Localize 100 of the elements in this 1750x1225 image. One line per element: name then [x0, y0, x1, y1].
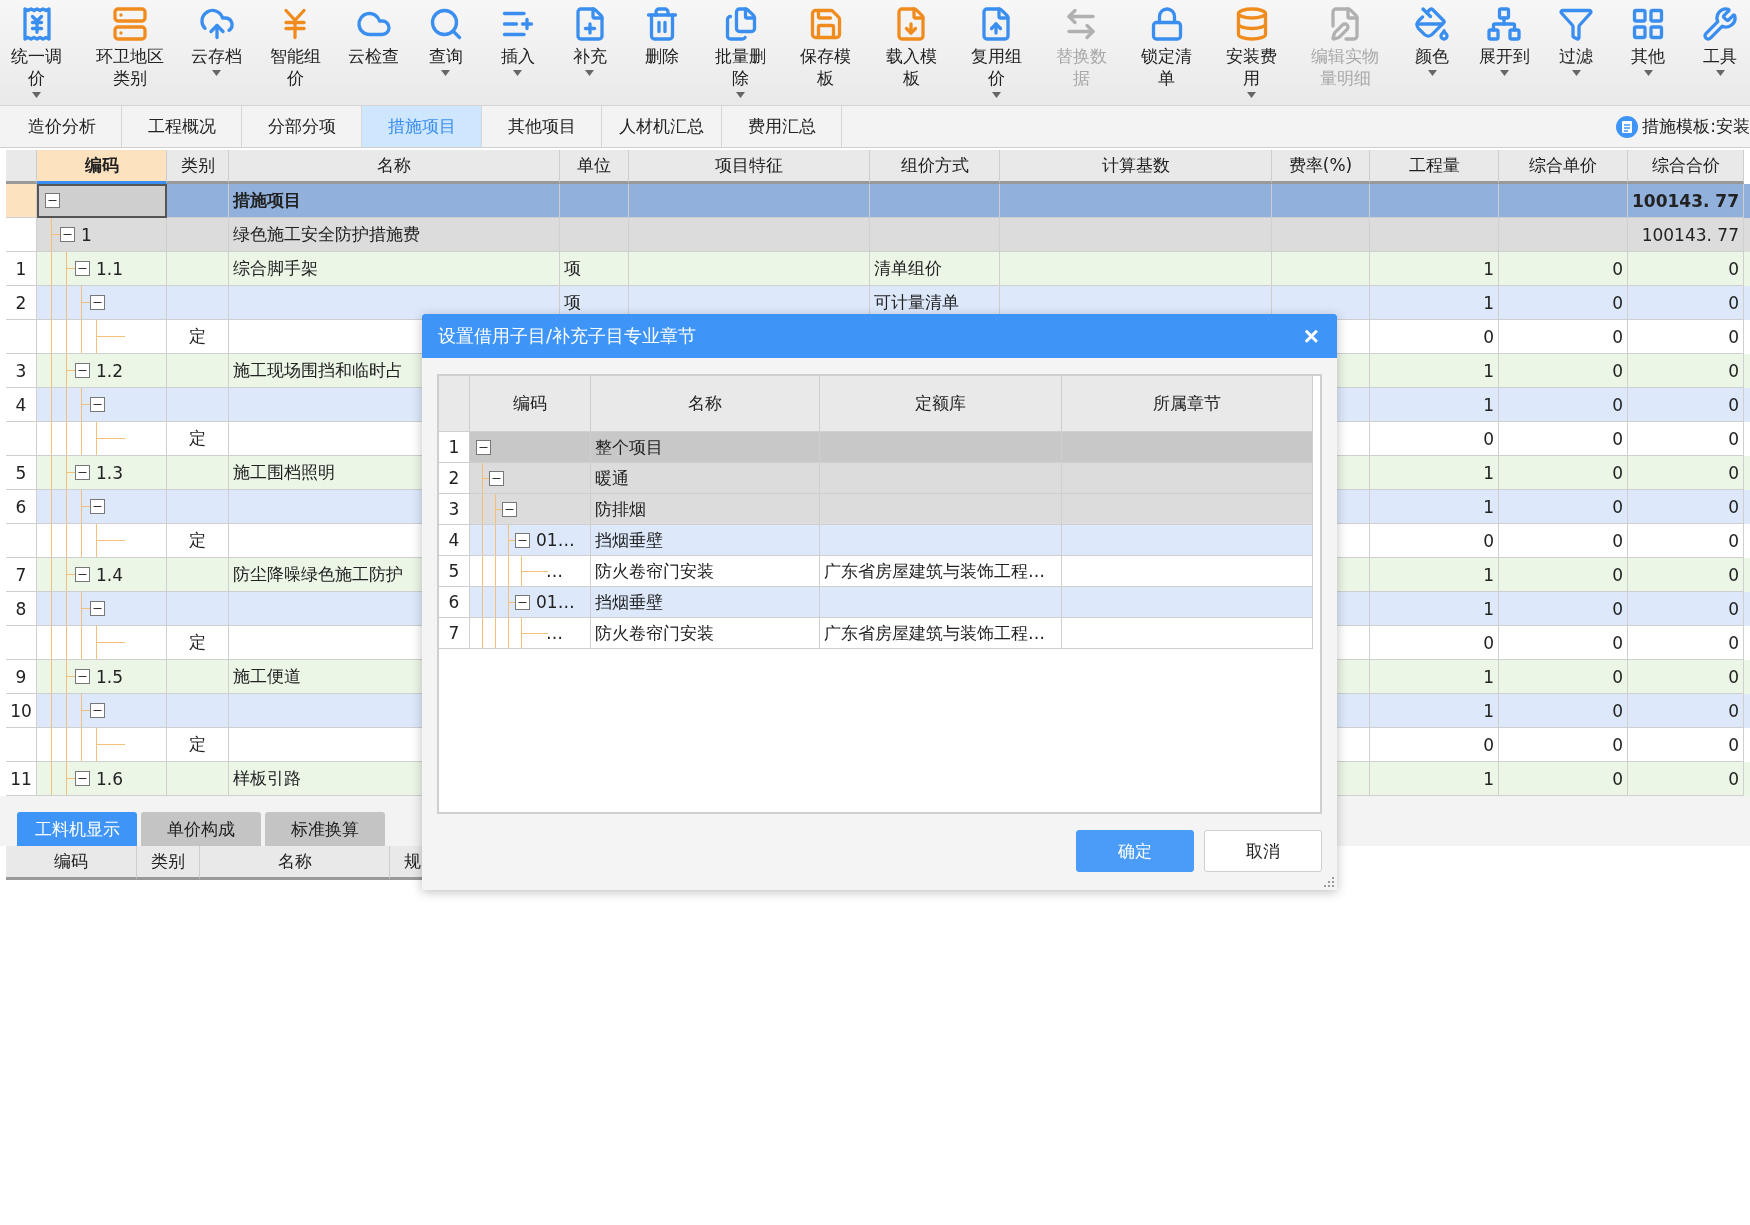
table-cell: 1.5 [37, 660, 167, 694]
row-number: 5 [6, 456, 37, 490]
table-cell: 0 [1499, 592, 1628, 626]
table-cell: … [470, 618, 591, 649]
row-number: 9 [6, 660, 37, 694]
row-number: 1 [439, 432, 470, 463]
table-cell: … [470, 556, 591, 587]
table-cell: 整个项目 [591, 432, 820, 463]
table-cell: 1 [1370, 388, 1499, 422]
table-cell: 挡烟垂壁 [591, 525, 820, 556]
table-cell: 0 [1499, 762, 1628, 796]
table-cell: 0 [1499, 660, 1628, 694]
table-cell: 1 [1370, 286, 1499, 320]
table-cell: 0 [1628, 422, 1744, 456]
row-number: 2 [6, 286, 37, 320]
table-cell: 0 [1628, 456, 1744, 490]
table-cell: 1.3 [37, 456, 167, 490]
row-number: 6 [439, 587, 470, 618]
row-number: 4 [6, 388, 37, 422]
row-number: 11 [6, 762, 37, 796]
table-cell: 0 [1628, 388, 1744, 422]
row-number: 4 [439, 525, 470, 556]
table-cell: 1.2 [37, 354, 167, 388]
table-cell: 100143. 77 [1628, 218, 1744, 252]
row-number: 7 [439, 618, 470, 649]
table-cell: 0 [1628, 252, 1744, 286]
table-cell: 0 [1370, 524, 1499, 558]
table-cell: 1.1 [37, 252, 167, 286]
table-cell: 1 [1370, 354, 1499, 388]
table-cell: 0 [1628, 558, 1744, 592]
table-cell: 0 [1370, 728, 1499, 762]
row-number: 6 [6, 490, 37, 524]
table-cell: 0 [1499, 694, 1628, 728]
table-cell: 100143. 77 [1628, 184, 1744, 218]
table-cell: 定 [167, 524, 229, 558]
row-number: 8 [6, 592, 37, 626]
table-cell: 0 [1499, 626, 1628, 660]
table-cell: 1 [1370, 660, 1499, 694]
table-cell: 1 [1370, 490, 1499, 524]
table-cell: 01… [470, 525, 591, 556]
table-cell: 防火卷帘门安装 [591, 618, 820, 649]
row-number: 5 [439, 556, 470, 587]
table-cell: 定 [167, 626, 229, 660]
table-cell: 1 [1370, 694, 1499, 728]
table-cell: 0 [1370, 422, 1499, 456]
table-cell: 定 [167, 728, 229, 762]
table-cell: 防排烟 [591, 494, 820, 525]
table-cell: 综合脚手架 [229, 252, 560, 286]
row-number: 3 [439, 494, 470, 525]
table-cell: 0 [1499, 252, 1628, 286]
table-cell: 防火卷帘门安装 [591, 556, 820, 587]
table-cell: 1 [1370, 592, 1499, 626]
table-cell: 0 [1499, 728, 1628, 762]
table-cell: 0 [1499, 320, 1628, 354]
table-cell: 0 [1628, 524, 1744, 558]
table-cell: 0 [1628, 490, 1744, 524]
table-cell: 0 [1499, 456, 1628, 490]
table-cell: 0 [1499, 286, 1628, 320]
table-cell: 0 [1628, 728, 1744, 762]
table-cell: 01… [470, 587, 591, 618]
table-cell: 1 [1370, 762, 1499, 796]
row-number: 1 [6, 252, 37, 286]
table-cell: 定 [167, 422, 229, 456]
table-cell: 0 [1628, 762, 1744, 796]
table-cell: 0 [1499, 422, 1628, 456]
table-cell: 0 [1499, 524, 1628, 558]
table-cell: 广东省房屋建筑与装饰工程… [820, 618, 1062, 649]
table-cell: 1 [1370, 456, 1499, 490]
table-cell: 0 [1628, 626, 1744, 660]
table-cell: 0 [1628, 694, 1744, 728]
table-cell: 绿色施工安全防护措施费 [229, 218, 560, 252]
table-cell: 1 [1370, 558, 1499, 592]
row-number: 2 [439, 463, 470, 494]
table-cell: 项 [560, 252, 629, 286]
dialog-title: 设置借用子目/补充子目专业章节 [438, 324, 697, 348]
table-cell: 0 [1499, 388, 1628, 422]
table-cell: 0 [1499, 490, 1628, 524]
row-number: 10 [6, 694, 37, 728]
table-cell: 措施项目 [229, 184, 560, 218]
table-cell: 1.4 [37, 558, 167, 592]
table-cell: 定 [167, 320, 229, 354]
row-number: 7 [6, 558, 37, 592]
template-label: 措施模板:安装 [1642, 115, 1750, 138]
table-cell: 1 [1370, 252, 1499, 286]
table-cell: 0 [1370, 626, 1499, 660]
table-cell: 清单组价 [870, 252, 1000, 286]
table-cell: 0 [1628, 660, 1744, 694]
table-cell: 0 [1628, 320, 1744, 354]
table-cell: 挡烟垂壁 [591, 587, 820, 618]
table-cell: 0 [1628, 354, 1744, 388]
row-number: 3 [6, 354, 37, 388]
table-cell: 0 [1628, 286, 1744, 320]
table-cell: 0 [1628, 592, 1744, 626]
table-cell: 0 [1499, 354, 1628, 388]
table-cell: 广东省房屋建筑与装饰工程… [820, 556, 1062, 587]
table-cell: 暖通 [591, 463, 820, 494]
table-cell: 0 [1499, 558, 1628, 592]
table-cell: 1 [37, 218, 167, 252]
table-cell: 1.6 [37, 762, 167, 796]
table-cell: 0 [1370, 320, 1499, 354]
